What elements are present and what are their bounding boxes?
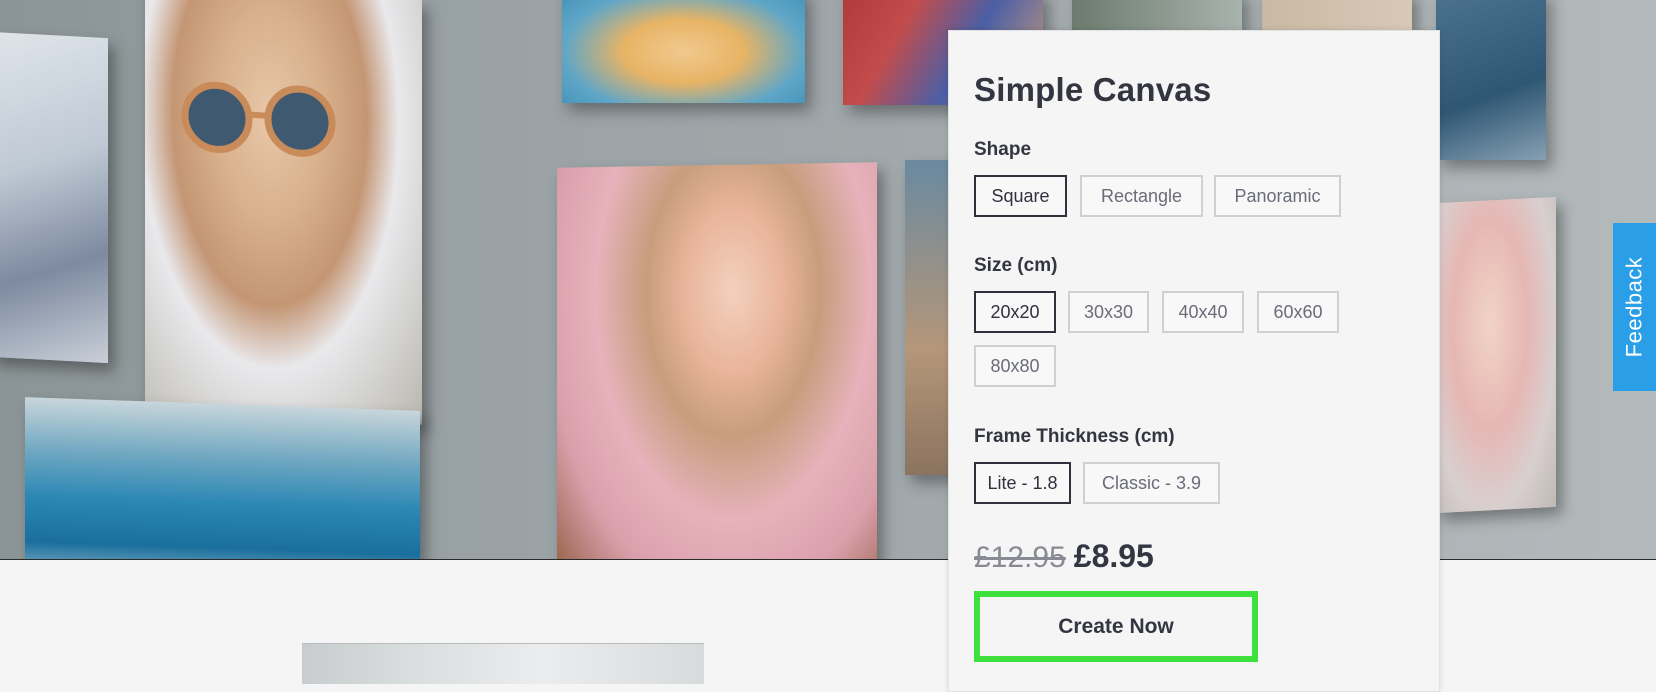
section-thumbnail-image: [302, 643, 704, 684]
canvas-photo-child-sunglasses: [145, 0, 422, 425]
shape-label: Shape: [974, 139, 1032, 160]
canvas-photo-top-small-1: [1072, 0, 1242, 30]
canvas-photo-child-blue-chair: [0, 31, 108, 364]
size-label: Size (cm): [974, 255, 1058, 276]
frame-thickness-label: Frame Thickness (cm): [974, 426, 1175, 447]
frame-option-classic[interactable]: Classic - 3.9: [1083, 462, 1220, 504]
size-option-30x30[interactable]: 30x30: [1068, 291, 1149, 333]
canvas-photo-top-right: [1436, 0, 1546, 160]
price-display: £12.95 £8.95: [974, 538, 1154, 575]
sunglasses-icon: [181, 81, 336, 157]
create-now-button[interactable]: Create Now: [974, 591, 1258, 662]
size-option-80x80[interactable]: 80x80: [974, 345, 1056, 387]
size-option-20x20[interactable]: 20x20: [974, 291, 1056, 333]
feedback-label: Feedback: [1621, 256, 1647, 358]
product-config-panel: Simple Canvas Shape Square Rectangle Pan…: [948, 30, 1440, 692]
canvas-photo-top-small-2: [1262, 0, 1412, 30]
canvas-photo-mother-baby: [557, 162, 877, 560]
old-price: £12.95: [974, 541, 1066, 574]
size-option-40x40[interactable]: 40x40: [1162, 291, 1244, 333]
shape-option-panoramic[interactable]: Panoramic: [1214, 175, 1341, 217]
current-price: £8.95: [1073, 538, 1154, 574]
shape-option-square[interactable]: Square: [974, 175, 1067, 217]
feedback-tab[interactable]: Feedback: [1613, 223, 1656, 391]
canvas-photo-beach: [25, 397, 420, 560]
canvas-photo-baby-right: [1436, 196, 1556, 514]
shape-option-rectangle[interactable]: Rectangle: [1080, 175, 1203, 217]
product-title: Simple Canvas: [974, 71, 1212, 108]
frame-option-lite[interactable]: Lite - 1.8: [974, 462, 1071, 504]
size-option-60x60[interactable]: 60x60: [1257, 291, 1339, 333]
canvas-photo-baby-float: [562, 0, 805, 103]
